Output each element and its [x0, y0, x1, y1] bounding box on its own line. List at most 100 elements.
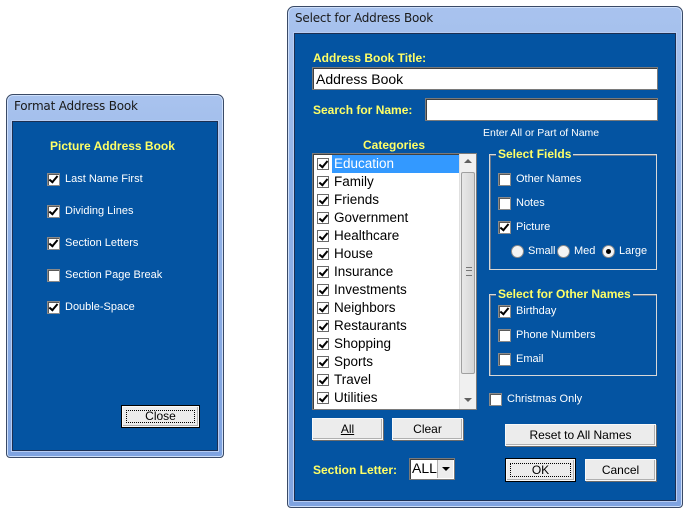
- category-checkbox[interactable]: [317, 248, 329, 260]
- checkbox-phone-numbers[interactable]: [498, 329, 511, 342]
- categories-list[interactable]: Education Family Friends Government Healthca…: [312, 153, 477, 410]
- other-label: Phone Numbers: [516, 329, 596, 341]
- field-notes[interactable]: Notes: [498, 196, 638, 212]
- category-label: Healthcare: [334, 228, 400, 243]
- category-checkbox[interactable]: [317, 194, 329, 206]
- ok-button[interactable]: OK: [505, 458, 576, 482]
- radio-large[interactable]: [602, 245, 615, 258]
- grip-icon: [466, 267, 472, 276]
- option-section-page-break[interactable]: Section Page Break: [47, 268, 197, 284]
- reset-label: Reset to All Names: [529, 428, 632, 442]
- all-label: All: [340, 422, 355, 436]
- category-label: Education: [332, 155, 459, 173]
- checkbox-christmas-only[interactable]: [489, 393, 502, 406]
- category-item[interactable]: Insurance: [315, 263, 459, 281]
- category-checkbox[interactable]: [317, 320, 329, 332]
- category-label: Restaurants: [334, 318, 407, 333]
- window-title: Select for Address Book: [295, 11, 434, 25]
- checkbox-section-page-break[interactable]: [47, 269, 60, 282]
- option-dividing-lines[interactable]: Dividing Lines: [47, 204, 197, 220]
- category-label: Family: [334, 174, 374, 189]
- size-med[interactable]: Med: [557, 244, 601, 260]
- categories-scrollbar[interactable]: [459, 154, 476, 409]
- category-item[interactable]: Restaurants: [315, 317, 459, 335]
- field-picture[interactable]: Picture: [498, 220, 638, 236]
- category-checkbox[interactable]: [317, 212, 329, 224]
- category-checkbox[interactable]: [317, 230, 329, 242]
- checkbox-birthday[interactable]: [498, 305, 511, 318]
- category-item[interactable]: Education: [315, 155, 459, 173]
- category-checkbox[interactable]: [317, 176, 329, 188]
- option-section-letters[interactable]: Section Letters: [47, 236, 197, 252]
- other-email[interactable]: Email: [498, 352, 638, 368]
- address-book-title-input[interactable]: [312, 67, 658, 90]
- category-item[interactable]: Sports: [315, 353, 459, 371]
- option-label: Section Page Break: [65, 269, 163, 281]
- category-checkbox[interactable]: [317, 356, 329, 368]
- window-title: Format Address Book: [14, 99, 138, 113]
- category-checkbox[interactable]: [317, 374, 329, 386]
- checkbox-notes[interactable]: [498, 197, 511, 210]
- category-item[interactable]: Investments: [315, 281, 459, 299]
- checkbox-other-names[interactable]: [498, 173, 511, 186]
- radio-small[interactable]: [511, 245, 524, 258]
- option-double-space[interactable]: Double-Space: [47, 300, 197, 316]
- cancel-button[interactable]: Cancel: [585, 459, 656, 481]
- category-item[interactable]: Family: [315, 173, 459, 191]
- category-item[interactable]: Friends: [315, 191, 459, 209]
- ok-label: OK: [531, 463, 550, 477]
- category-checkbox[interactable]: [317, 158, 329, 170]
- checkbox-last-name-first[interactable]: [47, 173, 60, 186]
- dropdown-button[interactable]: [437, 460, 453, 478]
- scroll-up-arrow-icon[interactable]: [464, 159, 472, 163]
- address-book-title-label: Address Book Title:: [313, 51, 427, 65]
- chevron-down-icon: [442, 467, 450, 471]
- category-checkbox[interactable]: [317, 266, 329, 278]
- checkbox-picture[interactable]: [498, 221, 511, 234]
- scroll-thumb[interactable]: [461, 172, 475, 374]
- category-checkbox[interactable]: [317, 338, 329, 350]
- category-label: House: [334, 246, 374, 261]
- format-address-book-window: Format Address Book Picture Address Book…: [6, 94, 224, 458]
- size-label: Small: [528, 245, 556, 257]
- option-last-name-first[interactable]: Last Name First: [47, 172, 197, 188]
- option-label: Double-Space: [65, 301, 135, 313]
- category-item[interactable]: Government: [315, 209, 459, 227]
- category-label: Investments: [334, 282, 407, 297]
- category-checkbox[interactable]: [317, 392, 329, 404]
- categories-label: Categories: [363, 138, 426, 152]
- section-letter-label: Section Letter:: [313, 463, 398, 477]
- radio-med[interactable]: [557, 245, 570, 258]
- checkbox-email[interactable]: [498, 353, 511, 366]
- category-item[interactable]: Utilities: [315, 389, 459, 407]
- size-small[interactable]: Small: [511, 244, 559, 260]
- category-item[interactable]: House: [315, 245, 459, 263]
- category-label: Travel: [334, 372, 372, 387]
- other-phone-numbers[interactable]: Phone Numbers: [498, 328, 638, 344]
- category-item[interactable]: Travel: [315, 371, 459, 389]
- option-label: Last Name First: [65, 173, 143, 185]
- size-large[interactable]: Large: [602, 244, 650, 260]
- clear-button[interactable]: Clear: [392, 418, 463, 440]
- close-button[interactable]: Close: [121, 405, 200, 428]
- category-checkbox[interactable]: [317, 284, 329, 296]
- format-dialog-body: Picture Address Book Last Name First Div…: [12, 121, 218, 451]
- close-label: Close: [145, 409, 176, 423]
- category-item[interactable]: Healthcare: [315, 227, 459, 245]
- scroll-down-arrow-icon[interactable]: [464, 398, 472, 402]
- reset-to-all-names-button[interactable]: Reset to All Names: [505, 424, 656, 446]
- field-other-names[interactable]: Other Names: [498, 172, 638, 188]
- christmas-only[interactable]: Christmas Only: [489, 392, 629, 408]
- search-for-name-input[interactable]: [425, 98, 658, 121]
- select-fields-group: Select Fields Other Names Notes Picture …: [489, 147, 657, 270]
- other-birthday[interactable]: Birthday: [498, 304, 638, 320]
- category-item[interactable]: Neighbors: [315, 299, 459, 317]
- checkbox-dividing-lines[interactable]: [47, 205, 60, 218]
- checkbox-section-letters[interactable]: [47, 237, 60, 250]
- section-letter-select[interactable]: ALL: [409, 458, 455, 480]
- all-button[interactable]: All: [312, 418, 383, 440]
- category-label: Shopping: [334, 336, 392, 351]
- category-checkbox[interactable]: [317, 302, 329, 314]
- category-item[interactable]: Shopping: [315, 335, 459, 353]
- checkbox-double-space[interactable]: [47, 301, 60, 314]
